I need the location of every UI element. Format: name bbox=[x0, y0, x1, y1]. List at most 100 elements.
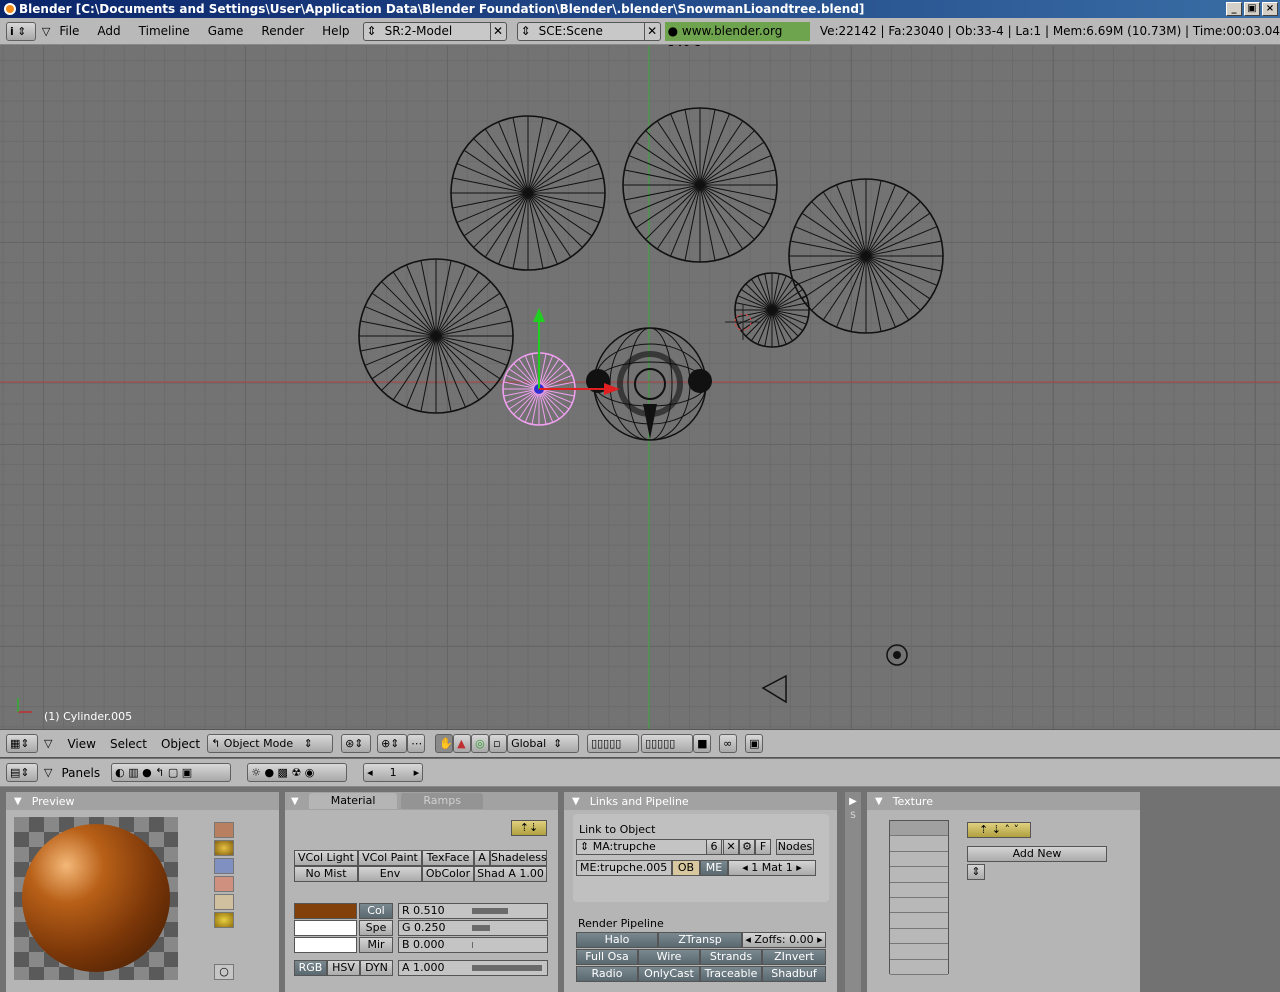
wire-toggle[interactable]: Wire bbox=[638, 949, 700, 965]
lock-icon[interactable]: ■ bbox=[693, 734, 712, 753]
a-toggle[interactable]: A bbox=[474, 850, 490, 866]
menu-render[interactable]: Render bbox=[252, 24, 313, 38]
frame-field[interactable]: ◂ 1 ▸ bbox=[363, 763, 424, 782]
texture-channel[interactable] bbox=[890, 959, 948, 975]
view-menu-collapse-icon[interactable]: ▽ bbox=[44, 737, 52, 750]
material-index-field[interactable]: ◂ 1 Mat 1 ▸ bbox=[728, 860, 816, 876]
radio-toggle[interactable]: Radio bbox=[576, 966, 638, 982]
preview-monkey-icon[interactable] bbox=[214, 876, 234, 892]
menu-game[interactable]: Game bbox=[199, 24, 253, 38]
scale-manipulator-icon[interactable]: ▫ bbox=[489, 734, 508, 753]
texture-channel[interactable] bbox=[890, 851, 948, 868]
links-panel-header[interactable]: ▼ Links and Pipeline bbox=[564, 792, 837, 810]
buttons-menu-collapse-icon[interactable]: ▽ bbox=[44, 766, 52, 779]
collapsed-side-panel[interactable]: ▶ S bbox=[845, 792, 861, 992]
preview-render-icon[interactable]: ○ bbox=[214, 964, 234, 980]
scene-delete-icon[interactable]: ✕ bbox=[643, 22, 660, 40]
zinvert-toggle[interactable]: ZInvert bbox=[762, 949, 826, 965]
col-button[interactable]: Col bbox=[359, 903, 393, 919]
material-name-field[interactable]: ⇕ MA:trupche bbox=[576, 839, 724, 855]
context-buttons[interactable]: ◐ ▥ ● ↰ ▢ ▣ bbox=[111, 763, 232, 782]
copy-paste-material-icons[interactable]: ⇡⇣ bbox=[511, 820, 547, 836]
minimize-button[interactable]: _ bbox=[1226, 2, 1242, 16]
layer-buttons-right[interactable]: ▯▯▯▯▯ bbox=[641, 734, 694, 753]
screen-browse-icon[interactable]: ⇕ bbox=[364, 24, 380, 38]
shading-subcontext-buttons[interactable]: ☼ ● ▩ ☢ ◉ bbox=[247, 763, 348, 782]
preview-panel-header[interactable]: ▼ Preview bbox=[6, 792, 279, 810]
maximize-button[interactable]: ▣ bbox=[1244, 2, 1260, 16]
menu-collapse-icon[interactable]: ▽ bbox=[42, 25, 50, 38]
collapse-triangle-icon[interactable]: ▼ bbox=[14, 796, 22, 807]
texture-channel[interactable] bbox=[890, 867, 948, 883]
texture-channel[interactable] bbox=[890, 944, 948, 960]
editor-type-buttons-icon[interactable]: ▤⇕ bbox=[6, 763, 38, 782]
rotate-manipulator-icon[interactable]: ◎ bbox=[471, 734, 490, 753]
material-users-count[interactable]: 6 bbox=[706, 839, 722, 855]
scene-name[interactable]: SCE:Scene bbox=[534, 24, 644, 38]
add-new-texture-button[interactable]: Add New bbox=[967, 846, 1107, 862]
menu-timeline[interactable]: Timeline bbox=[130, 24, 199, 38]
zoffs-field[interactable]: ◂ Zoffs: 0.00 ▸ bbox=[742, 932, 826, 948]
shad-alpha-field[interactable]: Shad A 1.00 bbox=[474, 866, 547, 882]
spe-button[interactable]: Spe bbox=[359, 920, 393, 936]
shadeless-toggle[interactable]: Shadeless bbox=[490, 850, 547, 866]
material-f-button[interactable]: F bbox=[755, 839, 771, 855]
shadbuf-toggle[interactable]: Shadbuf bbox=[762, 966, 826, 982]
menu-file[interactable]: File bbox=[50, 24, 88, 38]
dyn-mode-button[interactable]: DYN bbox=[360, 960, 393, 976]
material-fake-user-icon[interactable]: ⚙ bbox=[739, 839, 755, 855]
translate-manipulator-icon[interactable]: ▲ bbox=[453, 734, 472, 753]
render-icon[interactable]: ▣ bbox=[745, 734, 764, 753]
hsv-mode-button[interactable]: HSV bbox=[327, 960, 360, 976]
ztransp-toggle[interactable]: ZTransp bbox=[658, 932, 742, 948]
texture-channel[interactable] bbox=[890, 913, 948, 929]
menu-object[interactable]: Object bbox=[154, 737, 207, 751]
screen-delete-icon[interactable]: ✕ bbox=[489, 22, 506, 40]
menu-select[interactable]: Select bbox=[103, 737, 154, 751]
close-button[interactable]: × bbox=[1262, 2, 1278, 16]
draw-type-selector[interactable]: ⊛⇕ bbox=[341, 734, 372, 753]
preview-sky-icon[interactable] bbox=[214, 912, 234, 928]
texture-channel[interactable] bbox=[890, 836, 948, 852]
material-unlink-icon[interactable]: ✕ bbox=[723, 839, 739, 855]
snap-icon[interactable]: ∞ bbox=[719, 734, 738, 753]
spe-swatch[interactable] bbox=[294, 920, 357, 936]
preview-sphere-icon[interactable] bbox=[214, 840, 234, 856]
preview-plane-icon[interactable] bbox=[214, 822, 234, 838]
blender-url[interactable]: ● www.blender.org 249.2 bbox=[664, 21, 810, 57]
rgb-mode-button[interactable]: RGB bbox=[294, 960, 327, 976]
strands-toggle[interactable]: Strands bbox=[700, 949, 762, 965]
menu-add[interactable]: Add bbox=[88, 24, 129, 38]
collapse-triangle-icon[interactable]: ▼ bbox=[572, 796, 580, 807]
nodes-button[interactable]: Nodes bbox=[776, 839, 814, 855]
onlycast-toggle[interactable]: OnlyCast bbox=[638, 966, 700, 982]
expand-triangle-icon[interactable]: ▶ bbox=[845, 796, 861, 807]
g-slider[interactable]: G 0.250 bbox=[398, 920, 548, 936]
screen-name[interactable]: SR:2-Model bbox=[380, 24, 490, 38]
obcolor-toggle[interactable]: ObColor bbox=[422, 866, 474, 882]
collapse-triangle-icon[interactable]: ▼ bbox=[875, 796, 883, 807]
mesh-name-field[interactable]: ME:trupche.005 bbox=[576, 860, 672, 876]
traceable-toggle[interactable]: Traceable bbox=[700, 966, 762, 982]
mir-swatch[interactable] bbox=[294, 937, 357, 953]
col-swatch[interactable] bbox=[294, 903, 357, 919]
texture-panel-header[interactable]: ▼ Texture bbox=[867, 792, 1140, 810]
orientation-selector[interactable]: Global ⇕ bbox=[507, 734, 580, 753]
layer-buttons-left[interactable]: ▯▯▯▯▯ bbox=[587, 734, 640, 753]
layers-toggle[interactable]: ⋯ bbox=[407, 734, 426, 753]
hand-manipulator-icon[interactable]: ✋ bbox=[435, 734, 454, 753]
texture-channel[interactable] bbox=[890, 897, 948, 914]
b-slider[interactable]: B 0.000 bbox=[398, 937, 548, 953]
menu-help[interactable]: Help bbox=[313, 24, 358, 38]
texture-channel[interactable] bbox=[890, 882, 948, 898]
vcol-light-toggle[interactable]: VCol Light bbox=[294, 850, 358, 866]
preview-cube-icon[interactable] bbox=[214, 858, 234, 874]
link-ob-button[interactable]: OB bbox=[672, 860, 700, 876]
preview-hair-icon[interactable] bbox=[214, 894, 234, 910]
no-mist-toggle[interactable]: No Mist bbox=[294, 866, 358, 882]
scene-selector[interactable]: ⇕ SCE:Scene ✕ bbox=[516, 21, 661, 41]
collapse-triangle-icon[interactable]: ▼ bbox=[291, 796, 299, 807]
mode-selector[interactable]: ↰ Object Mode ⇕ bbox=[207, 734, 334, 753]
texture-channel-list[interactable] bbox=[889, 820, 949, 975]
full-osa-toggle[interactable]: Full Osa bbox=[576, 949, 638, 965]
